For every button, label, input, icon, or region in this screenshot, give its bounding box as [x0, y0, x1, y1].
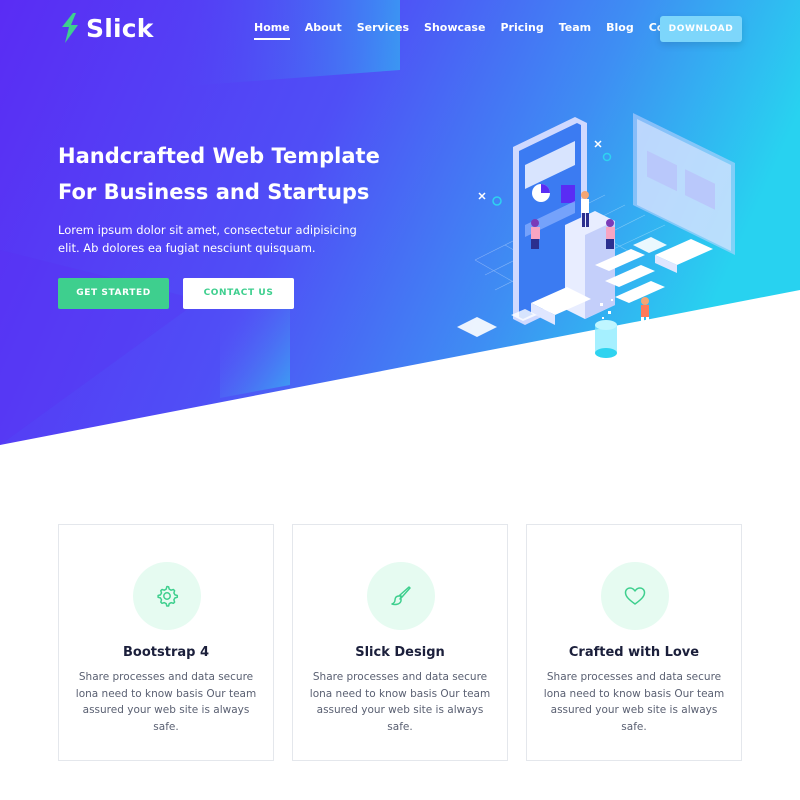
- feature-description: Share processes and data secure lona nee…: [309, 671, 491, 733]
- feature-title: Slick Design: [355, 645, 445, 660]
- logo[interactable]: Slick: [58, 12, 154, 44]
- feature-icon-circle: [133, 562, 201, 630]
- menu-item-pricing[interactable]: Pricing: [500, 21, 543, 40]
- menu-item-services[interactable]: Services: [357, 21, 409, 40]
- hero-subtitle: Lorem ipsum dolor sit amet, consectetur …: [58, 223, 357, 255]
- hero-title-line-2: For Business and Startups: [58, 180, 370, 204]
- hero-title-line-1: Handcrafted Web Template: [58, 144, 380, 168]
- contact-us-button[interactable]: CONTACT US: [183, 278, 294, 309]
- bolt-logo-icon: [62, 13, 78, 43]
- feature-card-slick-design: Slick Design Share processes and data se…: [292, 524, 508, 761]
- feature-card-crafted-with-love: Crafted with Love Share processes and da…: [526, 524, 742, 761]
- hero-section: Slick Home About Services Showcase Prici…: [0, 0, 800, 450]
- brush-icon: [391, 586, 411, 606]
- feature-card-bootstrap: Bootstrap 4 Share processes and data sec…: [58, 524, 274, 761]
- menu-item-showcase[interactable]: Showcase: [424, 21, 485, 40]
- get-started-button[interactable]: GET STARTED: [58, 278, 169, 309]
- feature-title: Crafted with Love: [568, 645, 700, 660]
- navbar: Slick Home About Services Showcase Prici…: [0, 0, 800, 60]
- main-menu: Home About Services Showcase Pricing Tea…: [254, 21, 712, 40]
- menu-item-team[interactable]: Team: [559, 21, 591, 40]
- menu-item-blog[interactable]: Blog: [606, 21, 634, 40]
- hero-title: Handcrafted Web Template For Business an…: [58, 138, 438, 210]
- gear-icon: [157, 585, 179, 607]
- feature-description: Share processes and data secure lona nee…: [75, 671, 257, 733]
- heart-icon: [624, 587, 646, 605]
- feature-icon-circle: [367, 562, 435, 630]
- menu-item-about[interactable]: About: [305, 21, 342, 40]
- menu-item-home[interactable]: Home: [254, 21, 290, 40]
- feature-title: Bootstrap 4: [123, 645, 209, 660]
- feature-icon-circle: [601, 562, 669, 630]
- feature-description: Share processes and data secure lona nee…: [543, 671, 725, 733]
- download-button[interactable]: DOWNLOAD: [660, 16, 742, 42]
- hero-illustration: [457, 113, 735, 358]
- brand-name: Slick: [86, 13, 154, 43]
